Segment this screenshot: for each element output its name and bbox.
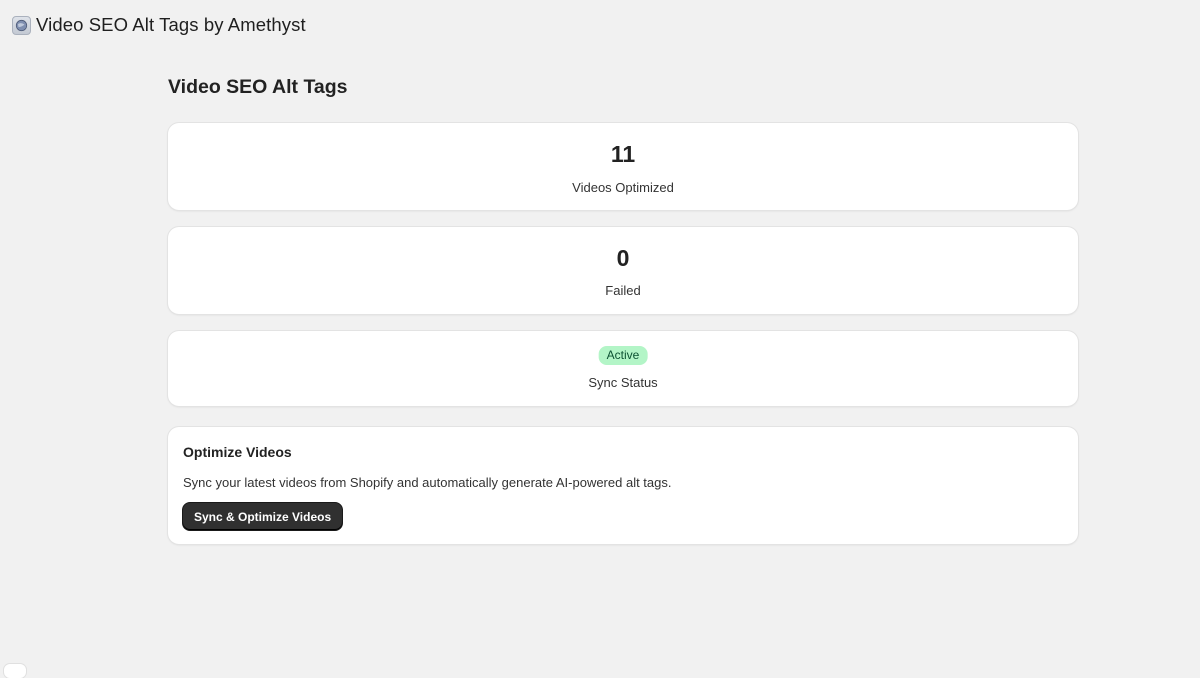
status-badge: Active	[598, 346, 648, 365]
main-page: Video SEO Alt Tags 11 Videos Optimized 0…	[168, 72, 1078, 544]
page-title: Video SEO Alt Tags	[168, 76, 348, 98]
optimize-videos-card: Optimize Videos Sync your latest videos …	[168, 427, 1078, 544]
videos-optimized-card: 11 Videos Optimized	[168, 123, 1078, 210]
section-description: Sync your latest videos from Shopify and…	[183, 475, 672, 490]
sync-optimize-button[interactable]: Sync & Optimize Videos	[183, 503, 343, 530]
failed-label: Failed	[605, 283, 641, 298]
videos-optimized-count: 11	[610, 141, 636, 167]
section-title: Optimize Videos	[183, 444, 292, 460]
failed-count: 0	[616, 245, 630, 271]
videos-optimized-label: Videos Optimized	[572, 180, 674, 195]
corner-handle[interactable]	[4, 664, 26, 678]
app-header: Video SEO Alt Tags by Amethyst	[12, 12, 306, 38]
sync-status-card: Active Sync Status	[168, 331, 1078, 406]
failed-card: 0 Failed	[168, 227, 1078, 314]
app-title: Video SEO Alt Tags by Amethyst	[36, 14, 306, 35]
amethyst-app-icon	[12, 15, 31, 35]
sync-status-label: Sync Status	[588, 375, 658, 390]
